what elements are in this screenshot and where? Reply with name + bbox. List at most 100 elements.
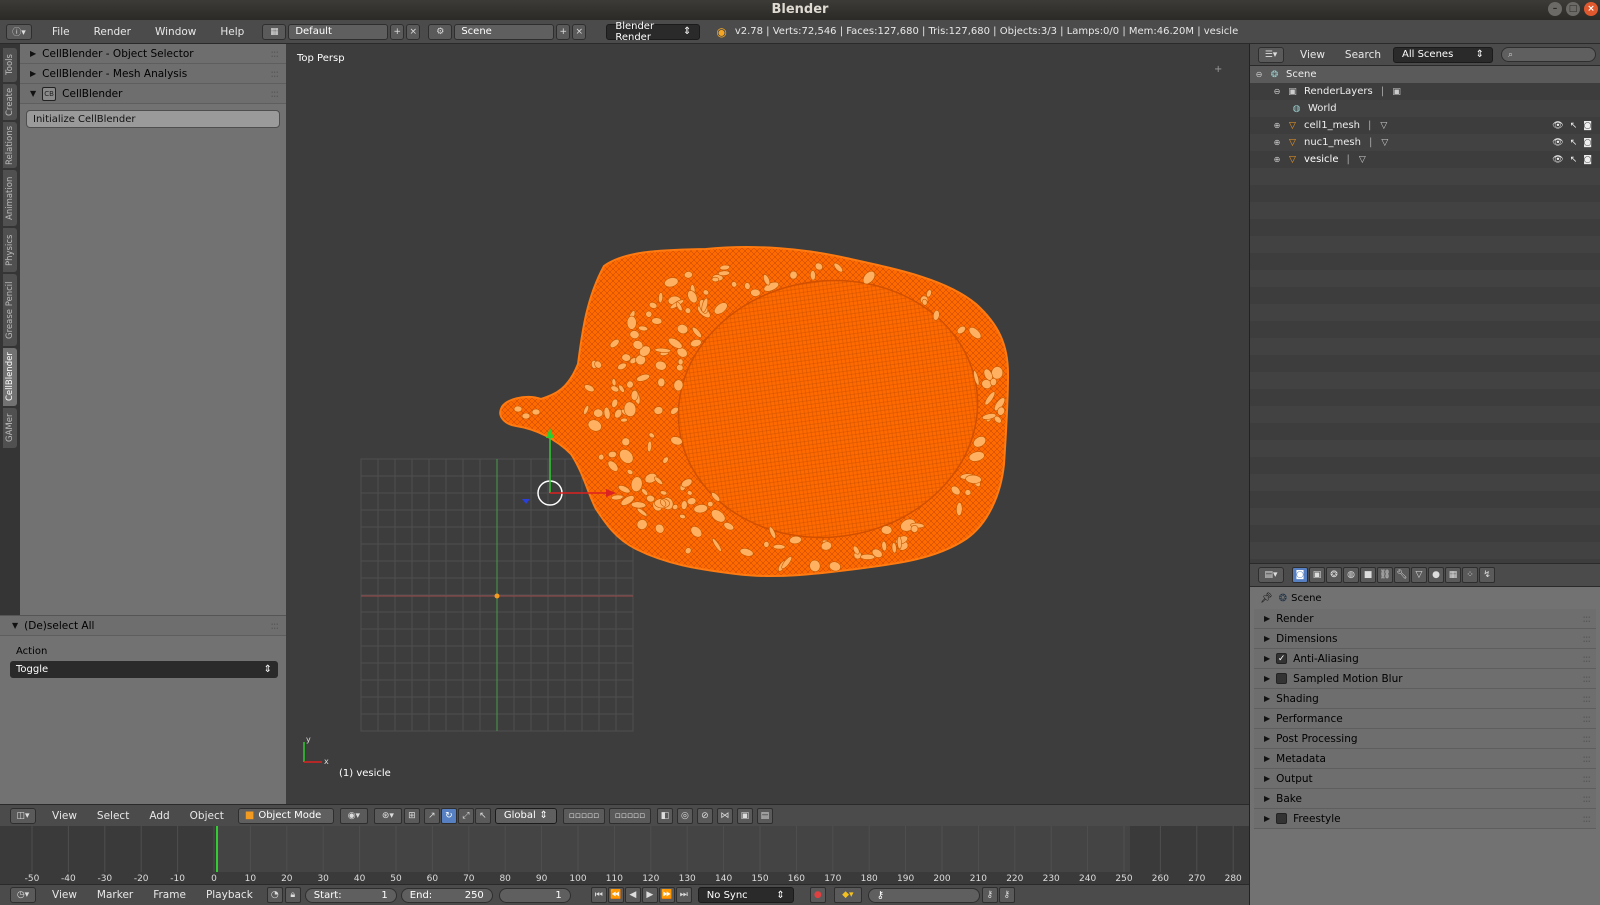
collapse-icon[interactable]: ⊖ (1254, 70, 1264, 79)
menu-frame[interactable]: Frame (143, 889, 196, 901)
drag-grip-icon[interactable]: ::: (270, 68, 279, 80)
menu-select[interactable]: Select (87, 810, 139, 822)
constraints-context-icon[interactable]: ⛓ (1377, 567, 1393, 583)
section-render[interactable]: ▶ Render::: (1254, 609, 1596, 629)
operator-header[interactable]: ▼ (De)select All ::: (0, 616, 286, 636)
layers-left-icon[interactable]: ▫▫▫▫▫ (562, 807, 605, 824)
prev-keyframe-icon[interactable]: ⏪ (607, 887, 624, 903)
minimize-icon[interactable]: – (1548, 2, 1562, 16)
anti-aliasing-checkbox[interactable]: ✓ (1276, 653, 1288, 664)
section-metadata[interactable]: ▶ Metadata::: (1254, 749, 1596, 769)
tab-relations[interactable]: Relations (3, 122, 17, 168)
selectability-cursor-icon[interactable]: ↖ (1570, 155, 1578, 165)
tab-gamer[interactable]: GAMer (3, 408, 17, 448)
jump-start-icon[interactable]: ⏮ (590, 887, 607, 903)
menu-object[interactable]: Object (180, 810, 234, 822)
scene-field[interactable]: Scene (454, 23, 555, 40)
render-layer-icon[interactable]: ▣ (1390, 85, 1403, 98)
visibility-eye-icon[interactable]: 👁︎ (1552, 138, 1563, 148)
tab-grease-pencil[interactable]: Grease Pencil (3, 274, 17, 346)
section-bake[interactable]: ▶ Bake::: (1254, 789, 1596, 809)
object-context-icon[interactable]: ■ (1360, 567, 1376, 583)
initialize-cellblender-button[interactable]: Initialize CellBlender (26, 110, 280, 128)
jump-end-icon[interactable]: ⏭ (675, 887, 692, 903)
tab-physics[interactable]: Physics (3, 228, 17, 272)
next-keyframe-icon[interactable]: ⏩ (658, 887, 675, 903)
display-mode-dropdown[interactable]: All Scenes ⇕ (1393, 46, 1493, 63)
tab-cellblender[interactable]: CellBlender (3, 348, 17, 406)
menu-help[interactable]: Help (208, 26, 256, 38)
opengl-anim-icon[interactable]: ▤ (756, 807, 773, 824)
modifiers-context-icon[interactable]: 🔧︎ (1394, 567, 1410, 583)
collapse-icon[interactable]: ⊖ (1272, 87, 1282, 96)
close-icon[interactable]: × (1584, 2, 1598, 16)
expand-icon[interactable]: ⊕ (1272, 155, 1282, 164)
particles-context-icon[interactable]: ⁘ (1462, 567, 1478, 583)
translate-manipulator-icon[interactable]: ↗ (423, 807, 440, 824)
drag-grip-icon[interactable]: ::: (1582, 653, 1591, 665)
outliner-row-world[interactable]: ◍ World (1250, 100, 1600, 117)
viewport-corner-plus-icon[interactable]: + (1214, 64, 1222, 75)
lock-camera-layers-icon[interactable]: ◧ (656, 807, 673, 824)
scene-selector-icon[interactable]: ⚙ (428, 23, 453, 40)
outliner-editor-type-icon[interactable]: ☰▾ (1258, 46, 1284, 63)
proportional-edit-icon[interactable]: ◎ (676, 807, 693, 824)
drag-grip-icon[interactable]: ::: (1582, 793, 1591, 805)
add-scene-icon[interactable]: + (556, 23, 571, 40)
view3d-editor-type-icon[interactable]: ◫▾ (10, 807, 36, 824)
texture-context-icon[interactable]: ▦ (1445, 567, 1461, 583)
section-freestyle[interactable]: ▶ Freestyle::: (1254, 809, 1596, 829)
pivot-point-icon[interactable]: ⊛▾ (373, 807, 402, 824)
menu-search[interactable]: Search (1335, 49, 1391, 61)
start-frame-field[interactable]: Start: 1 (304, 887, 397, 903)
drag-grip-icon[interactable]: ::: (1582, 733, 1591, 745)
outliner-search-input[interactable]: ⌕ (1501, 47, 1596, 62)
layers-right-icon[interactable]: ▫▫▫▫▫ (608, 807, 651, 824)
drag-grip-icon[interactable]: ::: (1582, 813, 1591, 825)
panel-object-selector[interactable]: ▶ CellBlender - Object Selector ::: (20, 44, 286, 64)
lock-frame-icon[interactable]: 🔒︎ (284, 887, 301, 903)
info-editor-type-icon[interactable]: ⓘ▾ (6, 23, 32, 40)
scene-context-icon[interactable]: ❂ (1326, 567, 1342, 583)
drag-grip-icon[interactable]: ::: (270, 88, 279, 100)
gizmo-z-arrow-icon[interactable] (522, 499, 530, 504)
outliner-row-vesicle[interactable]: ⊕ ▽ vesicle | ▽ 👁︎ ↖ ◙ (1250, 151, 1600, 168)
selectability-cursor-icon[interactable]: ↖ (1570, 138, 1578, 148)
play-reverse-icon[interactable]: ◀ (624, 887, 641, 903)
render-context-camera-icon[interactable]: ◙ (1292, 567, 1308, 583)
pin-icon[interactable]: 📌︎ (1260, 593, 1273, 604)
outliner-row-scene[interactable]: ⊖ ❂ Scene (1250, 66, 1600, 83)
action-select[interactable]: Toggle ⇕ (10, 661, 278, 678)
menu-window[interactable]: Window (143, 26, 208, 38)
outliner-row-nuc1-mesh[interactable]: ⊕ ▽ nuc1_mesh | ▽ 👁︎ ↖ ◙ (1250, 134, 1600, 151)
mesh-data-icon[interactable]: ▽ (1356, 153, 1369, 166)
drag-grip-icon[interactable]: ::: (1582, 613, 1591, 625)
visibility-eye-icon[interactable]: 👁︎ (1552, 121, 1563, 131)
menu-playback[interactable]: Playback (196, 889, 263, 901)
tab-animation[interactable]: Animation (3, 170, 17, 226)
expand-icon[interactable]: ⊕ (1272, 138, 1282, 147)
world-context-icon[interactable]: ◍ (1343, 567, 1359, 583)
scale-manipulator-icon[interactable]: ⤢ (457, 807, 474, 824)
drag-grip-icon[interactable]: ::: (1582, 773, 1591, 785)
record-icon[interactable]: ● (809, 887, 826, 903)
timeline-editor-type-icon[interactable]: ◷▾ (10, 887, 36, 903)
transform-orientation-dropdown[interactable]: Global ⇕ (494, 807, 557, 824)
render-engine-dropdown[interactable]: Blender Render ⇕ (606, 21, 701, 43)
snap-element-icon[interactable]: ⋈ (716, 807, 733, 824)
mesh-data-icon[interactable]: ▽ (1377, 119, 1390, 132)
section-anti-aliasing[interactable]: ▶ ✓ Anti-Aliasing::: (1254, 649, 1596, 669)
drag-grip-icon[interactable]: ::: (1582, 693, 1591, 705)
section-dimensions[interactable]: ▶ Dimensions::: (1254, 629, 1596, 649)
3d-viewport[interactable]: y x + Top Persp (1) vesicle (286, 44, 1250, 804)
menu-file[interactable]: File (40, 26, 82, 38)
physics-context-icon[interactable]: ↯ (1479, 567, 1495, 583)
freestyle-checkbox[interactable] (1276, 813, 1288, 824)
manipulator-extra-icon[interactable]: ↖ (474, 807, 491, 824)
timeline-area[interactable]: -50 -40 -30 -20 -10 0 10 20 30 40 50 60 70 80 90 100 110… (0, 826, 1250, 884)
tab-tools[interactable]: Tools (3, 48, 17, 82)
section-shading[interactable]: ▶ Shading::: (1254, 689, 1596, 709)
menu-view[interactable]: View (42, 889, 87, 901)
preview-range-icon[interactable]: ◔ (266, 887, 283, 903)
active-keying-set-field[interactable]: ⚷ (867, 887, 980, 903)
